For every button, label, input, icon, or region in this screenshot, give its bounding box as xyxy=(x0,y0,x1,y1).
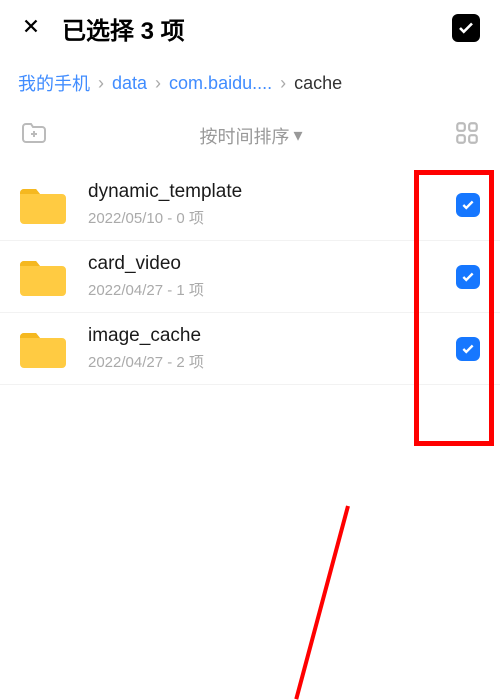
breadcrumb-item[interactable]: com.baidu.... xyxy=(169,73,272,94)
checkbox[interactable] xyxy=(456,193,480,217)
close-icon[interactable] xyxy=(20,12,42,44)
breadcrumb-item[interactable]: data xyxy=(112,73,147,94)
breadcrumb-current: cache xyxy=(294,73,342,94)
folder-icon xyxy=(18,257,66,297)
page-title: 已选择 3 项 xyxy=(62,11,452,46)
item-name: image_cache xyxy=(88,325,456,347)
chevron-down-icon: ▾ xyxy=(293,125,302,146)
item-meta: 2022/05/10 - 0 项 xyxy=(88,207,456,228)
chevron-right-icon: › xyxy=(98,73,104,94)
folder-icon xyxy=(18,329,66,369)
breadcrumb: 我的手机 › data › com.baidu.... › cache xyxy=(0,56,500,110)
chevron-right-icon: › xyxy=(280,73,286,94)
list-item[interactable]: image_cache 2022/04/27 - 2 项 xyxy=(0,313,500,385)
grid-view-icon[interactable] xyxy=(454,120,480,151)
breadcrumb-item[interactable]: 我的手机 xyxy=(18,70,90,96)
sort-label: 按时间排序 xyxy=(199,123,289,149)
annotation-line xyxy=(294,505,350,699)
folder-icon xyxy=(18,185,66,225)
item-name: card_video xyxy=(88,253,456,275)
list-item[interactable]: dynamic_template 2022/05/10 - 0 项 xyxy=(0,169,500,241)
file-list: dynamic_template 2022/05/10 - 0 项 card_v… xyxy=(0,169,500,385)
item-meta: 2022/04/27 - 1 项 xyxy=(88,279,456,300)
sort-button[interactable]: 按时间排序 ▾ xyxy=(199,123,302,149)
checkbox[interactable] xyxy=(456,337,480,361)
checkbox[interactable] xyxy=(456,265,480,289)
chevron-right-icon: › xyxy=(155,73,161,94)
list-item[interactable]: card_video 2022/04/27 - 1 项 xyxy=(0,241,500,313)
item-meta: 2022/04/27 - 2 项 xyxy=(88,351,456,372)
new-folder-icon[interactable] xyxy=(20,121,48,150)
item-name: dynamic_template xyxy=(88,181,456,203)
select-all-button[interactable] xyxy=(452,14,480,42)
